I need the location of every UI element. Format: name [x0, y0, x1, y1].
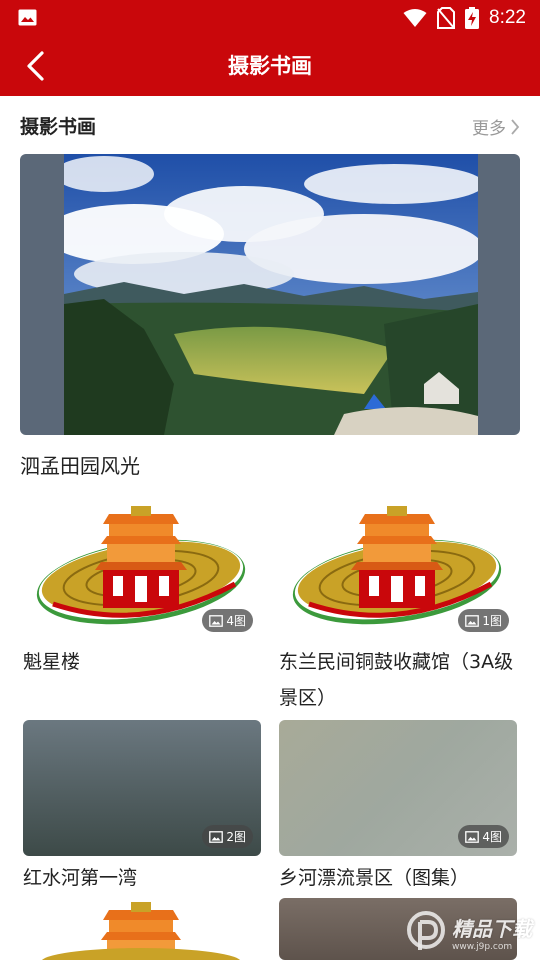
status-bar: 8:22: [0, 0, 540, 36]
thumbnail-photo: 2图: [23, 720, 261, 856]
no-sim-icon: [437, 7, 456, 29]
card-caption: 红水河第一湾: [23, 867, 138, 889]
image-icon: [465, 830, 480, 843]
gallery-card[interactable]: 2图 红水河第一湾: [23, 720, 261, 889]
thumbnail-logo: [23, 900, 261, 960]
thumbnail-photo: 4图: [279, 720, 517, 856]
image-count: 4图: [226, 614, 246, 628]
image-icon: [209, 614, 224, 627]
image-icon: [209, 830, 224, 843]
watermark-text: 精品下载: [452, 916, 532, 941]
image-count: 4图: [482, 830, 502, 844]
more-link[interactable]: 更多: [472, 114, 520, 139]
drum-tower-logo: [42, 902, 240, 960]
gallery-card[interactable]: 1图 东兰民间铜鼓收藏馆（3A级景区）: [279, 504, 517, 709]
image-icon: [18, 9, 37, 26]
more-label: 更多: [472, 119, 506, 139]
image-count: 1图: [482, 614, 502, 628]
app-bar: 摄影书画: [0, 36, 540, 96]
image-count-badge: 4图: [202, 609, 253, 632]
thumbnail-logo: 1图: [279, 504, 517, 640]
card-caption: 魁星楼: [23, 651, 81, 673]
card-caption: 东兰民间铜鼓收藏馆（3A级景区）: [279, 651, 514, 709]
page-title: 摄影书画: [228, 54, 312, 78]
thumbnail-logo: 4图: [23, 504, 261, 640]
featured-image[interactable]: [20, 154, 520, 435]
chevron-right-icon: [511, 118, 520, 135]
image-icon: [465, 614, 480, 627]
featured-caption[interactable]: 泗孟田园风光: [20, 450, 140, 479]
section-header: 摄影书画 更多: [0, 96, 540, 154]
gallery-card[interactable]: 4图 乡河漂流景区（图集）: [279, 720, 517, 889]
landscape-photo: [64, 154, 478, 435]
card-caption: 乡河漂流景区（图集）: [279, 867, 470, 889]
gallery-card[interactable]: 4图 魁星楼: [23, 504, 261, 673]
gallery-card-partial[interactable]: [23, 900, 261, 960]
watermark-logo-icon: [407, 911, 445, 950]
section-title: 摄影书画: [20, 116, 97, 138]
watermark: 精品下载 www.j9p.com: [406, 910, 532, 954]
wifi-icon: [403, 9, 427, 27]
clock: 8:22: [489, 7, 526, 28]
battery-charging-icon: [465, 7, 480, 29]
image-count-badge: 4图: [458, 825, 509, 848]
image-count-badge: 1图: [458, 609, 509, 632]
image-count: 2图: [226, 830, 246, 844]
image-count-badge: 2图: [202, 825, 253, 848]
watermark-url: www.j9p.com: [452, 941, 513, 952]
